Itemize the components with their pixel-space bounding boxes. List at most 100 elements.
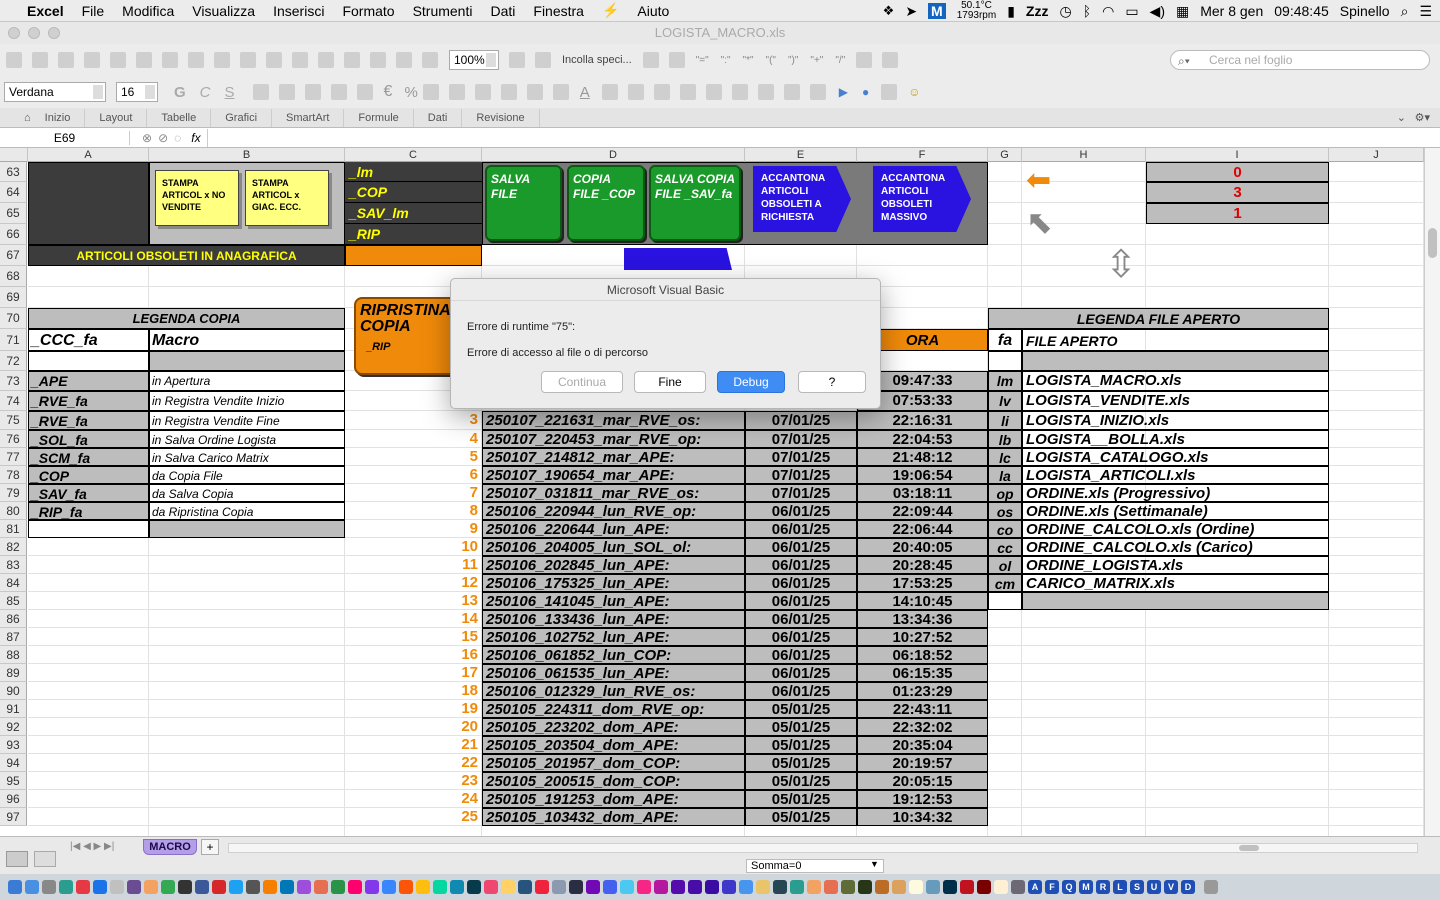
sheet-icon[interactable] bbox=[705, 84, 722, 100]
menu-inserisci[interactable]: Inserisci bbox=[264, 3, 333, 19]
dock-app-icon[interactable] bbox=[858, 880, 872, 894]
eraser-icon[interactable] bbox=[668, 52, 685, 68]
diamond-icon[interactable] bbox=[783, 84, 800, 100]
draw-icon[interactable] bbox=[601, 84, 618, 100]
debug-button[interactable]: Debug bbox=[717, 371, 785, 393]
add-sheet-button[interactable]: + bbox=[201, 839, 219, 855]
row-icon[interactable] bbox=[679, 84, 696, 100]
decimal-increase-icon[interactable] bbox=[422, 84, 439, 100]
dock-app-icon[interactable] bbox=[875, 880, 889, 894]
row-header[interactable]: 92 bbox=[0, 718, 27, 736]
row-header[interactable]: 82 bbox=[0, 538, 27, 556]
script-icon[interactable]: ⚡ bbox=[593, 2, 628, 19]
function-icon[interactable] bbox=[370, 52, 386, 68]
print-button-1[interactable]: STAMPA ARTICOL x GIAC. ECC. bbox=[245, 170, 329, 226]
dock-letter-icon[interactable]: R bbox=[1096, 880, 1110, 894]
col-g[interactable]: G bbox=[988, 148, 1022, 162]
pencil-icon[interactable] bbox=[642, 52, 659, 68]
menu-app[interactable]: Excel bbox=[18, 3, 73, 19]
sheet-nav-icon[interactable]: |◀ ◀ ▶ ▶| bbox=[70, 841, 114, 852]
dock-app-icon[interactable] bbox=[824, 880, 838, 894]
dock-app-icon[interactable] bbox=[450, 880, 464, 894]
row-header[interactable]: 88 bbox=[0, 646, 27, 664]
search-input[interactable]: Cerca nel foglio bbox=[1170, 50, 1430, 70]
row-header[interactable]: 63 bbox=[0, 162, 27, 182]
dock-app-icon[interactable] bbox=[110, 880, 124, 894]
dock-app-icon[interactable] bbox=[501, 880, 515, 894]
select-all[interactable] bbox=[0, 148, 28, 162]
spotlight-icon[interactable]: ⌕ bbox=[1401, 3, 1409, 20]
col-i[interactable]: I bbox=[1146, 148, 1329, 162]
dock-letter-icon[interactable]: Q bbox=[1062, 880, 1076, 894]
percent-icon[interactable]: % bbox=[404, 84, 417, 101]
col-b[interactable]: B bbox=[149, 148, 345, 162]
col-j[interactable]: J bbox=[1329, 148, 1424, 162]
dock-app-icon[interactable] bbox=[552, 880, 566, 894]
caret-down-icon[interactable]: ▼ bbox=[870, 859, 879, 869]
row-header[interactable]: 71 bbox=[0, 329, 27, 351]
dock-app-icon[interactable] bbox=[739, 880, 753, 894]
templates-icon[interactable] bbox=[32, 52, 48, 68]
formula-input[interactable] bbox=[206, 128, 1440, 147]
row-header[interactable]: 65 bbox=[0, 203, 27, 224]
dock-app-icon[interactable] bbox=[654, 880, 668, 894]
gallery-icon[interactable] bbox=[396, 52, 412, 68]
redo-icon[interactable] bbox=[266, 52, 282, 68]
fine-button[interactable]: Fine bbox=[634, 371, 706, 393]
outdent-icon[interactable] bbox=[474, 84, 491, 100]
dock-app-icon[interactable] bbox=[8, 880, 22, 894]
symbol-lparen[interactable]: "(" bbox=[766, 55, 776, 66]
battery-icon[interactable]: ▮ bbox=[1007, 3, 1015, 20]
tab-smartart[interactable]: SmartArt bbox=[272, 108, 345, 127]
temp-readout[interactable]: 50.1°C 1793rpm bbox=[957, 1, 996, 21]
wifi-icon[interactable]: ◠ bbox=[1102, 3, 1114, 20]
align-right-icon[interactable] bbox=[304, 84, 321, 100]
row-header[interactable]: 81 bbox=[0, 520, 27, 538]
tab-dati[interactable]: Dati bbox=[414, 108, 463, 127]
row-header[interactable]: 79 bbox=[0, 484, 27, 502]
menu-visualizza[interactable]: Visualizza bbox=[183, 3, 264, 19]
clock-date[interactable]: Mer 8 gen bbox=[1200, 3, 1263, 19]
align-left-icon[interactable] bbox=[252, 84, 269, 100]
cancel-icon[interactable]: ⊗ bbox=[142, 131, 152, 145]
user-name[interactable]: Spinello bbox=[1340, 3, 1390, 19]
record-icon[interactable]: ● bbox=[862, 85, 869, 99]
dock-app-icon[interactable] bbox=[25, 880, 39, 894]
paste-icon[interactable] bbox=[188, 52, 204, 68]
dock-app-icon[interactable] bbox=[93, 880, 107, 894]
export-icon[interactable] bbox=[881, 84, 898, 100]
dock-app-icon[interactable] bbox=[348, 880, 362, 894]
dock-app-icon[interactable] bbox=[892, 880, 906, 894]
row-header[interactable]: 77 bbox=[0, 448, 27, 466]
dock-app-icon[interactable] bbox=[297, 880, 311, 894]
dock-letter-icon[interactable]: V bbox=[1164, 880, 1178, 894]
continua-button[interactable]: Continua bbox=[541, 371, 623, 393]
minimize-icon[interactable] bbox=[28, 27, 40, 39]
dock-app-icon[interactable] bbox=[688, 880, 702, 894]
paste-special-icon[interactable] bbox=[535, 52, 551, 68]
dock-app-icon[interactable] bbox=[178, 880, 192, 894]
dock-app-icon[interactable] bbox=[365, 880, 379, 894]
row-header[interactable]: 85 bbox=[0, 592, 27, 610]
row-header[interactable]: 94 bbox=[0, 754, 27, 772]
rect-icon[interactable] bbox=[627, 84, 644, 100]
row-header[interactable]: 66 bbox=[0, 224, 27, 245]
dock-app-icon[interactable] bbox=[144, 880, 158, 894]
dock-app-icon[interactable] bbox=[926, 880, 940, 894]
close-icon[interactable] bbox=[8, 27, 20, 39]
col-a[interactable]: A bbox=[28, 148, 149, 162]
print-icon[interactable] bbox=[110, 52, 126, 68]
dock-letter-icon[interactable]: D bbox=[1181, 880, 1195, 894]
autosum-icon[interactable] bbox=[292, 52, 308, 68]
currency-icon[interactable]: € bbox=[384, 83, 393, 101]
dock-app-icon[interactable] bbox=[637, 880, 651, 894]
malwarebytes-icon[interactable]: M bbox=[928, 3, 946, 19]
left-arrow-icon[interactable]: ⬅ bbox=[1026, 168, 1062, 194]
dock-app-icon[interactable] bbox=[246, 880, 260, 894]
dock-app-icon[interactable] bbox=[960, 880, 974, 894]
time-machine-icon[interactable]: ◷ bbox=[1059, 3, 1071, 20]
page-view-icon[interactable] bbox=[34, 851, 56, 867]
filter-icon[interactable] bbox=[344, 52, 360, 68]
dock-app-icon[interactable] bbox=[314, 880, 328, 894]
row-header[interactable]: 68 bbox=[0, 266, 27, 287]
